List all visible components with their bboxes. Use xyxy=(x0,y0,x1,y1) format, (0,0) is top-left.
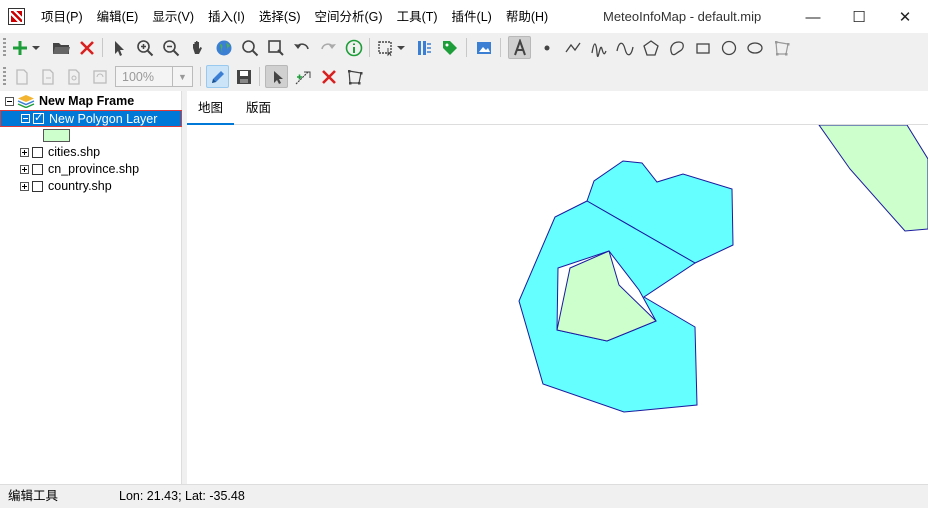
expand-icon[interactable] xyxy=(20,164,29,174)
polyline-tool-icon[interactable] xyxy=(561,36,584,59)
tab-map[interactable]: 地图 xyxy=(187,91,235,125)
zoom-in-icon[interactable] xyxy=(133,36,156,59)
select-features-dropdown-icon[interactable] xyxy=(375,36,407,59)
circle-tool-icon[interactable] xyxy=(717,36,740,59)
view-tabs: 地图 版面 xyxy=(187,91,928,125)
zoom-rectangle-icon[interactable] xyxy=(264,36,287,59)
menu-edit[interactable]: 编辑(E) xyxy=(90,0,146,34)
refresh-document-icon[interactable] xyxy=(88,65,111,88)
collapse-icon[interactable] xyxy=(21,114,30,123)
ellipse-tool-icon[interactable] xyxy=(743,36,766,59)
status-bar: 编辑工具 Lon: 21.43; Lat: -35.48 xyxy=(0,484,928,508)
polygon-feature-top-right[interactable] xyxy=(818,125,928,232)
layer-label: cn_province.shp xyxy=(48,162,140,176)
rectangle-tool-icon[interactable] xyxy=(691,36,714,59)
freehand-tool-icon[interactable] xyxy=(587,36,610,59)
export-document-icon[interactable] xyxy=(36,65,59,88)
main-toolbar xyxy=(0,33,928,62)
maximize-button[interactable]: ☐ xyxy=(836,0,882,34)
menu-bar: 项目(P) 编辑(E) 显示(V) 插入(I) 选择(S) 空间分析(G) 工具… xyxy=(34,0,555,34)
info-icon[interactable] xyxy=(342,36,365,59)
edit-toolbar: 100% ▼ xyxy=(0,62,928,91)
collapse-icon[interactable] xyxy=(5,96,14,106)
print-document-icon[interactable] xyxy=(62,65,85,88)
point-tool-icon[interactable] xyxy=(535,36,558,59)
tree-layer-new-polygon-layer[interactable]: New Polygon Layer xyxy=(0,110,182,127)
layer-visibility-checkbox[interactable] xyxy=(32,146,43,158)
zoom-out-icon[interactable] xyxy=(159,36,182,59)
add-vertex-icon[interactable] xyxy=(291,65,314,88)
toolbar-grip[interactable] xyxy=(3,67,6,86)
menu-view[interactable]: 显示(V) xyxy=(145,0,201,34)
toolbar-separator xyxy=(466,38,467,57)
layer-visibility-checkbox[interactable] xyxy=(32,180,43,192)
text-tool-icon[interactable] xyxy=(508,36,531,59)
expand-icon[interactable] xyxy=(20,147,29,157)
full-extent-globe-icon[interactable] xyxy=(212,36,235,59)
curve-polygon-tool-icon[interactable] xyxy=(665,36,688,59)
zoom-level-value: 100% xyxy=(122,69,154,84)
save-edits-icon[interactable] xyxy=(232,65,255,88)
identify-search-icon[interactable] xyxy=(238,36,261,59)
polygon-tool-icon[interactable] xyxy=(639,36,662,59)
reshape-feature-icon[interactable] xyxy=(343,65,366,88)
menu-help[interactable]: 帮助(H) xyxy=(499,0,555,34)
toolbar-separator xyxy=(200,67,201,86)
tree-layer-cities[interactable]: cities.shp xyxy=(20,144,100,160)
map-drawing[interactable] xyxy=(187,125,928,484)
tree-map-frame[interactable]: New Map Frame xyxy=(5,93,134,109)
toolbar-separator xyxy=(102,38,103,57)
layers-stack-icon xyxy=(17,94,35,109)
window-controls: — ☐ ✕ xyxy=(790,0,928,34)
tab-layout[interactable]: 版面 xyxy=(235,91,282,125)
toolbar-separator xyxy=(500,38,501,57)
chevron-down-icon[interactable]: ▼ xyxy=(172,67,192,86)
edit-pencil-icon[interactable] xyxy=(206,65,229,88)
pan-hand-icon[interactable] xyxy=(186,36,209,59)
app-logo-icon xyxy=(8,8,25,25)
label-tag-icon[interactable] xyxy=(438,36,461,59)
delete-feature-icon[interactable] xyxy=(317,65,340,88)
add-layer-icon[interactable] xyxy=(10,36,42,59)
menu-select[interactable]: 选择(S) xyxy=(252,0,308,34)
status-tool: 编辑工具 xyxy=(8,489,59,503)
undo-icon[interactable] xyxy=(290,36,313,59)
layer-label: country.shp xyxy=(48,179,112,193)
toolbar-separator xyxy=(259,67,260,86)
menu-plugins[interactable]: 插件(L) xyxy=(445,0,499,34)
attribute-table-icon[interactable] xyxy=(412,36,435,59)
open-folder-icon[interactable] xyxy=(49,36,72,59)
layer-label: cities.shp xyxy=(48,145,101,159)
zoom-level-select[interactable]: 100% ▼ xyxy=(115,66,193,87)
select-arrow-icon[interactable] xyxy=(107,36,130,59)
status-coordinates: Lon: 21.43; Lat: -35.48 xyxy=(119,489,245,503)
close-button[interactable]: ✕ xyxy=(882,0,928,34)
toolbar-grip[interactable] xyxy=(3,38,6,57)
title-bar: 项目(P) 编辑(E) 显示(V) 插入(I) 选择(S) 空间分析(G) 工具… xyxy=(0,0,928,34)
edit-vertices-tool-icon[interactable] xyxy=(770,36,793,59)
polygon-legend-swatch[interactable] xyxy=(43,129,70,142)
tree-layer-cn-province[interactable]: cn_province.shp xyxy=(20,161,139,177)
menu-tools[interactable]: 工具(T) xyxy=(390,0,445,34)
layer-tree: New Map Frame New Polygon Layer cities.s… xyxy=(0,91,182,484)
map-frame-label: New Map Frame xyxy=(39,94,135,108)
select-feature-arrow-icon[interactable] xyxy=(265,65,288,88)
redo-icon[interactable] xyxy=(316,36,339,59)
tree-layer-country[interactable]: country.shp xyxy=(20,178,112,194)
map-canvas[interactable] xyxy=(187,125,928,484)
layer-visibility-checkbox[interactable] xyxy=(33,111,44,124)
layer-visibility-checkbox[interactable] xyxy=(32,163,43,175)
menu-insert[interactable]: 插入(I) xyxy=(201,0,252,34)
layer-label: New Polygon Layer xyxy=(49,111,158,126)
curve-tool-icon[interactable] xyxy=(613,36,636,59)
new-document-icon[interactable] xyxy=(10,65,33,88)
remove-layer-icon[interactable] xyxy=(75,36,98,59)
expand-icon[interactable] xyxy=(20,181,29,191)
menu-project[interactable]: 项目(P) xyxy=(34,0,90,34)
window-title: MeteoInfoMap - default.mip xyxy=(603,9,762,24)
picture-icon[interactable] xyxy=(472,36,495,59)
minimize-button[interactable]: — xyxy=(790,0,836,34)
menu-spatial-analysis[interactable]: 空间分析(G) xyxy=(308,0,390,34)
toolbar-separator xyxy=(369,38,370,57)
